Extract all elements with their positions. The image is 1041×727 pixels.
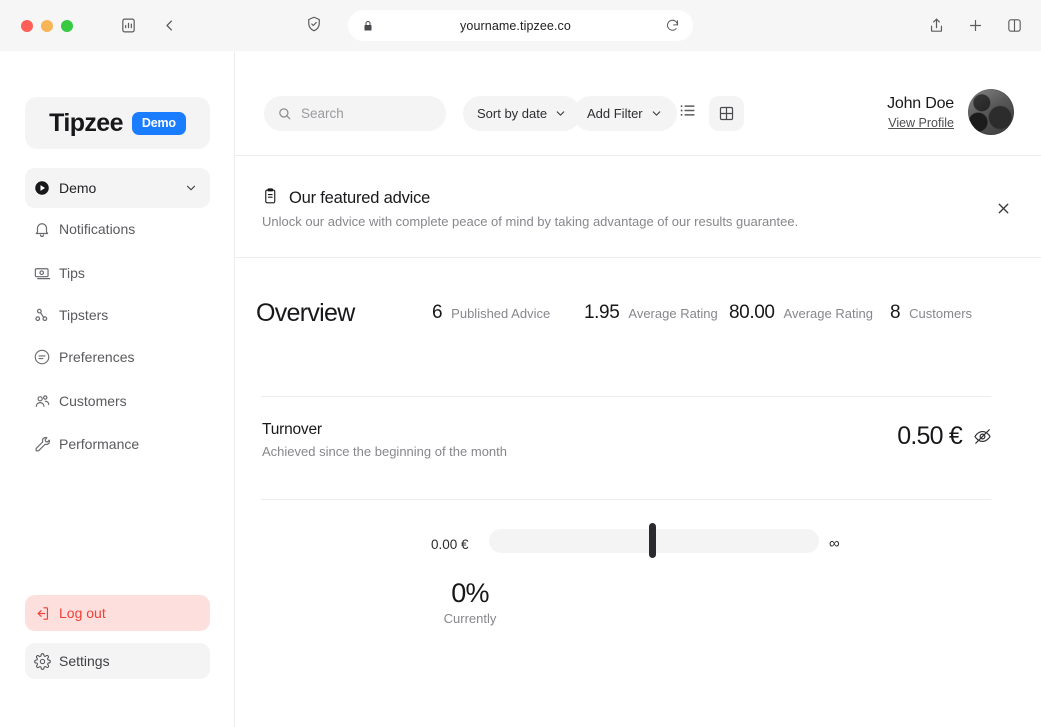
play-circle-icon xyxy=(25,179,59,197)
stat-published-advice: 6 Published Advice xyxy=(432,302,584,324)
sidebar-item-notifications[interactable]: Notifications xyxy=(25,211,210,247)
stat-customers: 8 Customers xyxy=(890,302,1000,324)
stat-label: Published Advice xyxy=(451,306,551,321)
user-text: John Doe View Profile xyxy=(887,95,954,130)
close-window-button[interactable] xyxy=(21,19,33,32)
grid-view-icon[interactable] xyxy=(709,96,744,131)
tab-overview-icon[interactable] xyxy=(1006,17,1023,34)
stat-label: Average Rating xyxy=(783,306,873,321)
bell-icon xyxy=(25,220,59,238)
search-input[interactable] xyxy=(301,106,431,121)
sidebar-item-customers[interactable]: Customers xyxy=(25,383,210,419)
stat-value: 1.95 xyxy=(584,302,620,323)
stat-label: Customers xyxy=(909,306,973,321)
stat-value: 8 xyxy=(890,302,901,323)
turnover-subtitle: Achieved since the beginning of the mont… xyxy=(262,444,508,459)
featured-advice-banner: Our featured advice Unlock our advice wi… xyxy=(235,156,1041,258)
slider-min-label: 0.00 € xyxy=(431,537,469,552)
sidebar-item-label: Tipsters xyxy=(59,307,109,323)
settings-label: Settings xyxy=(59,653,110,669)
maximize-window-button[interactable] xyxy=(61,19,73,32)
sidebar-item-performance[interactable]: Performance xyxy=(25,426,210,462)
stat-average-rating-2: 80.00 Average Rating xyxy=(729,302,890,324)
browser-actions xyxy=(928,0,1023,51)
user-profile[interactable]: John Doe View Profile xyxy=(887,89,1014,135)
sidebar-item-label: Preferences xyxy=(59,349,135,365)
sidebar-item-label: Customers xyxy=(59,393,127,409)
turnover-section: Turnover Achieved since the beginning of… xyxy=(235,411,1041,481)
stat-value: 80.00 xyxy=(729,302,775,323)
progress-percent: 0% xyxy=(451,578,489,608)
sidebar-item-tipsters[interactable]: Tipsters xyxy=(25,297,210,333)
shield-icon[interactable] xyxy=(305,15,323,33)
sidebar-toggle-icon[interactable] xyxy=(120,17,137,34)
turnover-value-group: 0.50 € xyxy=(897,422,992,451)
turnover-value: 0.50 € xyxy=(897,422,963,450)
back-chevron-icon[interactable] xyxy=(162,18,177,33)
sliders-circle-icon xyxy=(25,348,59,366)
sidebar-item-tips[interactable]: Tips xyxy=(25,255,210,291)
banknote-icon xyxy=(25,264,59,283)
list-view-icon[interactable] xyxy=(678,101,697,120)
avatar[interactable] xyxy=(968,89,1014,135)
search-box[interactable] xyxy=(264,96,446,131)
workspace-label: Demo xyxy=(59,180,97,196)
stat-label: Average Rating xyxy=(628,306,718,321)
slider-max-label: ∞ xyxy=(829,535,840,552)
progress-section: 0.00 € ∞ 0% Currently xyxy=(235,476,1041,646)
advice-heading: Our featured advice xyxy=(262,187,430,210)
progress-slider-handle[interactable] xyxy=(649,523,656,558)
stat-value: 6 xyxy=(432,302,443,323)
workspace-switcher[interactable]: Demo xyxy=(25,168,210,208)
add-filter-dropdown[interactable]: Add Filter xyxy=(573,96,677,131)
reload-icon[interactable] xyxy=(665,18,680,33)
divider xyxy=(261,396,991,397)
brand-logo[interactable]: Tipzee Demo xyxy=(25,97,210,149)
stat-average-rating-1: 1.95 Average Rating xyxy=(584,302,729,324)
address-bar[interactable]: yourname.tipzee.co xyxy=(348,10,693,41)
share-icon[interactable] xyxy=(928,17,945,34)
advice-subtitle: Unlock our advice with complete peace of… xyxy=(262,214,799,229)
page-title: Overview xyxy=(256,298,355,327)
chevron-down-icon xyxy=(184,181,198,195)
gear-icon xyxy=(25,652,59,670)
tipsters-icon xyxy=(25,306,59,325)
overview-section: Overview 6 Published Advice 1.95 Average… xyxy=(235,258,1041,368)
users-icon xyxy=(25,392,59,411)
window-controls[interactable] xyxy=(21,19,73,32)
sidebar-item-label: Notifications xyxy=(59,221,136,237)
browser-chrome: yourname.tipzee.co xyxy=(0,0,1041,51)
sort-by-date-dropdown[interactable]: Sort by date xyxy=(463,96,582,131)
chevron-down-icon xyxy=(554,107,567,120)
advice-title: Our featured advice xyxy=(289,189,431,207)
progress-caption: Currently xyxy=(443,611,497,626)
brand-demo-badge: Demo xyxy=(131,111,186,135)
search-icon xyxy=(277,106,292,121)
app-window: Tipzee Demo Demo Notifications Tips Tips… xyxy=(0,51,1041,727)
user-name: John Doe xyxy=(887,94,954,112)
close-icon[interactable] xyxy=(995,200,1012,217)
brand-name: Tipzee xyxy=(49,108,123,137)
chevron-down-icon xyxy=(650,107,663,120)
sidebar-item-label: Tips xyxy=(59,265,85,281)
url-text: yourname.tipzee.co xyxy=(460,18,571,33)
eye-off-icon[interactable] xyxy=(973,427,992,446)
logout-icon xyxy=(25,605,59,622)
settings-button[interactable]: Settings xyxy=(25,643,210,679)
filter-label: Add Filter xyxy=(587,106,643,121)
minimize-window-button[interactable] xyxy=(41,19,53,32)
sort-label: Sort by date xyxy=(477,106,548,121)
top-toolbar: Sort by date Add Filter J xyxy=(235,51,1041,156)
clipboard-icon xyxy=(262,187,280,210)
wrench-icon xyxy=(25,435,59,454)
turnover-title: Turnover xyxy=(262,421,322,438)
sidebar-item-label: Performance xyxy=(59,436,140,452)
plus-icon[interactable] xyxy=(967,17,984,34)
sidebar-item-preferences[interactable]: Preferences xyxy=(25,339,210,375)
view-profile-link[interactable]: View Profile xyxy=(887,116,954,130)
